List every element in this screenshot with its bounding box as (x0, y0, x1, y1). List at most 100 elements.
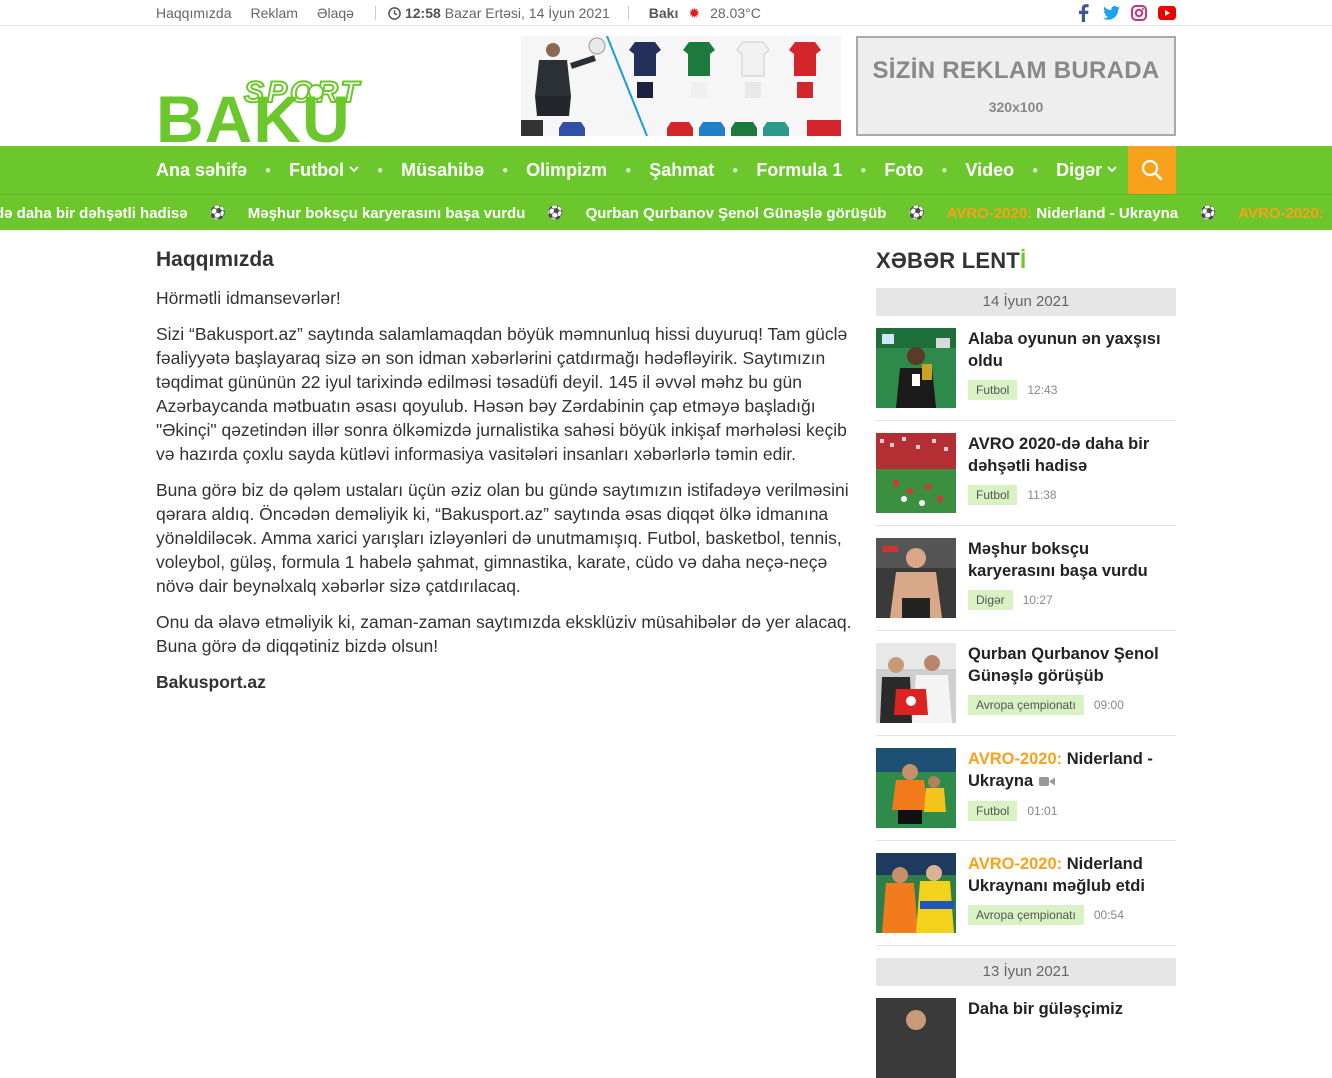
chevron-down-icon (349, 165, 359, 176)
news-thumbnail[interactable] (876, 328, 956, 408)
search-icon (1141, 159, 1163, 181)
news-title[interactable]: AVRO-2020: Niderland Ukraynanı məğlub et… (968, 853, 1176, 897)
category-tag[interactable]: Futbol (968, 380, 1018, 400)
ticker-item[interactable]: Qurban Qurbanov Şenol Günəşlə görüşüb (586, 205, 887, 222)
news-title[interactable]: AVRO-2020: Niderland - Ukrayna (968, 748, 1176, 793)
nav-separator: ● (377, 164, 384, 176)
nav-item-formula1[interactable]: Formula 1 (756, 160, 842, 181)
news-item[interactable]: Qurban Qurbanov Şenol Günəşlə görüşüb Av… (876, 631, 1176, 736)
main-nav: Ana səhifə ● Futbol ● Müsahibə ● Olimpiz… (0, 146, 1332, 194)
ball-icon: ⚽ (209, 205, 226, 220)
news-thumbnail[interactable] (876, 433, 956, 513)
date: Bazar Ertəsi, 14 İyun 2021 (444, 5, 610, 21)
nav-item-video[interactable]: Video (965, 160, 1014, 181)
nav-separator: ● (265, 164, 272, 176)
ad-placeholder[interactable]: SİZİN REKLAM BURADA 320x100 (856, 36, 1176, 136)
news-thumbnail[interactable] (876, 748, 956, 828)
news-item[interactable]: Məşhur boksçu karyerasını başa vurdu Dig… (876, 526, 1176, 631)
chevron-down-icon (1107, 165, 1117, 176)
social-links (1074, 4, 1176, 22)
nav-item-photo[interactable]: Foto (884, 160, 923, 181)
topbar-link-about[interactable]: Haqqımızda (156, 5, 231, 21)
divider (627, 6, 629, 20)
topbar-link-contact[interactable]: Əlaqə (317, 5, 354, 21)
news-item[interactable]: AVRO-2020: Niderland - Ukrayna Futbol 01:… (876, 736, 1176, 841)
category-tag[interactable]: Avropa çempionatı (968, 695, 1084, 715)
ad-title: SİZİN REKLAM BURADA (872, 57, 1160, 84)
article: Haqqımızda Hörmətli idmansevərlər! Sizi … (156, 248, 854, 706)
news-title[interactable]: Daha bir güləşçimiz (968, 998, 1176, 1020)
clock-icon (388, 6, 401, 20)
top-bar: Haqqımızda Reklam Əlaqə 12:58 Bazar Ertə… (0, 0, 1332, 26)
article-paragraph: Hörmətli idmansevərlər! (156, 288, 341, 308)
news-feed-sidebar: XƏBƏR LENTİ 14 İyun 2021 Alaba oyunun ən… (876, 248, 1176, 1078)
news-time: 12:43 (1027, 383, 1058, 397)
page-title: Haqqımızda (156, 248, 274, 271)
article-paragraph: Sizi “Bakusport.az” saytında salamlamaqd… (156, 324, 848, 464)
news-thumbnail[interactable] (876, 538, 956, 618)
news-ticker: -də daha bir dəhşətli hadisə ⚽ Məşhur bo… (0, 194, 1332, 230)
nav-item-home[interactable]: Ana səhifə (156, 160, 247, 181)
weather-city: Bakı (648, 5, 679, 21)
temperature: 28.03°C (710, 5, 761, 21)
youtube-icon[interactable] (1158, 4, 1176, 22)
banner-jerseys[interactable] (521, 36, 841, 136)
category-tag[interactable]: Futbol (968, 800, 1018, 821)
twitter-icon[interactable] (1102, 4, 1120, 22)
logo-baku-text: BAKU (156, 82, 351, 146)
category-tag[interactable]: Avropa çempionatı (968, 905, 1084, 925)
ticker-item[interactable]: Məşhur boksçu karyerasını başa vurdu (248, 205, 526, 222)
topbar-link-ads[interactable]: Reklam (250, 5, 297, 21)
category-tag[interactable]: Futbol (968, 485, 1018, 505)
nav-separator: ● (860, 164, 867, 176)
nav-item-interview[interactable]: Müsahibə (401, 160, 484, 181)
ball-icon: ⚽ (1200, 205, 1217, 220)
divider (374, 6, 376, 20)
news-thumbnail[interactable] (876, 853, 956, 933)
date-divider: 13 İyun 2021 (876, 958, 1176, 986)
news-title[interactable]: Məşhur boksçu karyerasını başa vurdu (968, 538, 1176, 582)
search-button[interactable] (1128, 146, 1176, 194)
ticker-item[interactable]: AVRO-2020: (1238, 205, 1324, 222)
nav-item-olympism[interactable]: Olimpizm (526, 160, 607, 181)
news-time: 09:00 (1093, 698, 1124, 712)
nav-separator: ● (941, 164, 948, 176)
ticker-item[interactable]: -də daha bir dəhşətli hadisə (0, 205, 188, 222)
news-item[interactable]: Alaba oyunun ən yaxşısı oldu Futbol 12:43 (876, 316, 1176, 421)
sun-icon: ✹ (688, 4, 701, 21)
news-thumbnail[interactable] (876, 998, 956, 1078)
ad-size: 320x100 (988, 99, 1044, 115)
news-thumbnail[interactable] (876, 643, 956, 723)
news-item[interactable]: AVRO 2020-də daha bir dəhşətli hadisə Fu… (876, 421, 1176, 526)
clock: 12:58 Bazar Ertəsi, 14 İyun 2021 (388, 5, 610, 21)
news-title[interactable]: AVRO 2020-də daha bir dəhşətli hadisə (968, 433, 1176, 477)
nav-separator: ● (502, 164, 509, 176)
news-time: 11:38 (1027, 488, 1057, 502)
news-title[interactable]: Alaba oyunun ən yaxşısı oldu (968, 328, 1176, 372)
sidebar-heading: XƏBƏR LENTİ (876, 248, 1027, 273)
news-title[interactable]: Qurban Qurbanov Şenol Günəşlə görüşüb (968, 643, 1176, 687)
news-item[interactable]: Daha bir güləşçimiz (876, 986, 1176, 1078)
header: SPORT BAKU SİZİN REKLAM BURADA 320x100 (0, 26, 1332, 156)
article-paragraph: Buna görə biz də qələm ustaları üçün əzi… (156, 480, 849, 596)
nav-item-football[interactable]: Futbol (289, 160, 359, 181)
site-logo[interactable]: SPORT BAKU (156, 54, 376, 156)
article-signature: Bakusport.az (156, 672, 266, 692)
category-tag[interactable]: Digər (968, 590, 1013, 610)
instagram-icon[interactable] (1130, 4, 1148, 22)
article-paragraph: Onu da əlavə etməliyik ki, zaman-zaman s… (156, 612, 852, 656)
nav-separator: ● (1032, 164, 1039, 176)
news-time: 10:27 (1022, 593, 1053, 607)
nav-item-other[interactable]: Digər (1056, 160, 1117, 181)
news-item[interactable]: AVRO-2020: Niderland Ukraynanı məğlub et… (876, 841, 1176, 946)
time: 12:58 (404, 5, 441, 21)
nav-separator: ● (625, 164, 632, 176)
news-time: 00:54 (1093, 908, 1124, 922)
ball-icon: ⚽ (547, 205, 564, 220)
ticker-item[interactable]: AVRO-2020: Niderland - Ukrayna (947, 205, 1178, 222)
ball-icon: ⚽ (908, 205, 925, 220)
news-time: 01:01 (1027, 803, 1058, 818)
date-divider: 14 İyun 2021 (876, 288, 1176, 316)
nav-item-chess[interactable]: Şahmat (649, 160, 714, 181)
facebook-icon[interactable] (1074, 4, 1092, 22)
